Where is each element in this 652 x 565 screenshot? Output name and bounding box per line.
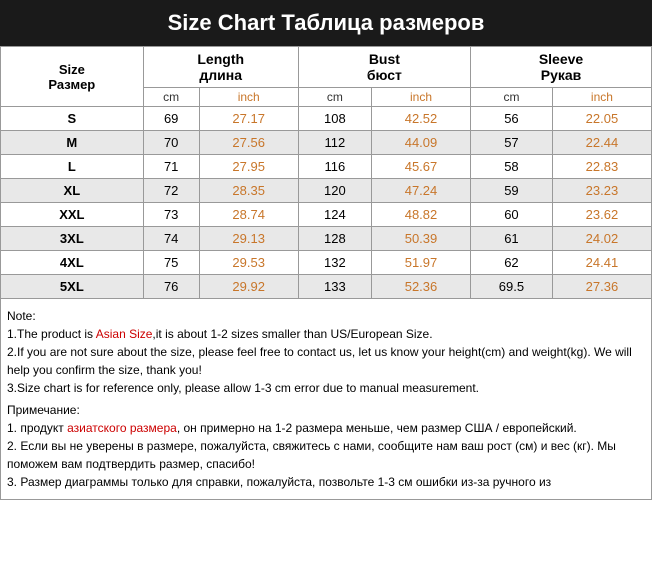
- note-line2: 2.If you are not sure about the size, pl…: [7, 343, 645, 379]
- bust-inch-header: inch: [371, 88, 470, 107]
- table-row: M7027.5611244.095722.44: [1, 131, 652, 155]
- ru-note-line3: 3. Размер диаграммы только для справки, …: [7, 473, 645, 491]
- notes-title-ru: Примечание:: [7, 401, 645, 419]
- notes-section: Note: 1.The product is Asian Size,it is …: [0, 299, 652, 500]
- ru-note-line2: 2. Если вы не уверены в размере, пожалуй…: [7, 437, 645, 473]
- table-row: S6927.1710842.525622.05: [1, 107, 652, 131]
- size-column-header: SizeРазмер: [1, 47, 144, 107]
- sleeve-inch-header: inch: [552, 88, 651, 107]
- table-row: 4XL7529.5313251.976224.41: [1, 251, 652, 275]
- notes-title-en: Note:: [7, 307, 645, 325]
- bust-header: Bustбюст: [298, 47, 470, 88]
- note-line3: 3.Size chart is for reference only, plea…: [7, 379, 645, 397]
- header-title: Size Chart Таблица размеров: [168, 10, 485, 35]
- len-cm-header: cm: [143, 88, 199, 107]
- table-row: L7127.9511645.675822.83: [1, 155, 652, 179]
- length-header: Lengthдлина: [143, 47, 298, 88]
- table-row: XXL7328.7412448.826023.62: [1, 203, 652, 227]
- table-row: 3XL7429.1312850.396124.02: [1, 227, 652, 251]
- table-row: XL7228.3512047.245923.23: [1, 179, 652, 203]
- sleeve-header: SleeveРукав: [471, 47, 652, 88]
- sleeve-cm-header: cm: [471, 88, 553, 107]
- note-line1: 1.The product is Asian Size,it is about …: [7, 325, 645, 343]
- ru-note-line1: 1. продукт азиатского размера, он пример…: [7, 419, 645, 437]
- bust-cm-header: cm: [298, 88, 371, 107]
- size-chart-table: SizeРазмер Lengthдлина Bustбюст SleeveРу…: [0, 46, 652, 299]
- len-inch-header: inch: [199, 88, 298, 107]
- table-row: 5XL7629.9213352.3669.527.36: [1, 275, 652, 299]
- header: Size Chart Таблица размеров: [0, 0, 652, 46]
